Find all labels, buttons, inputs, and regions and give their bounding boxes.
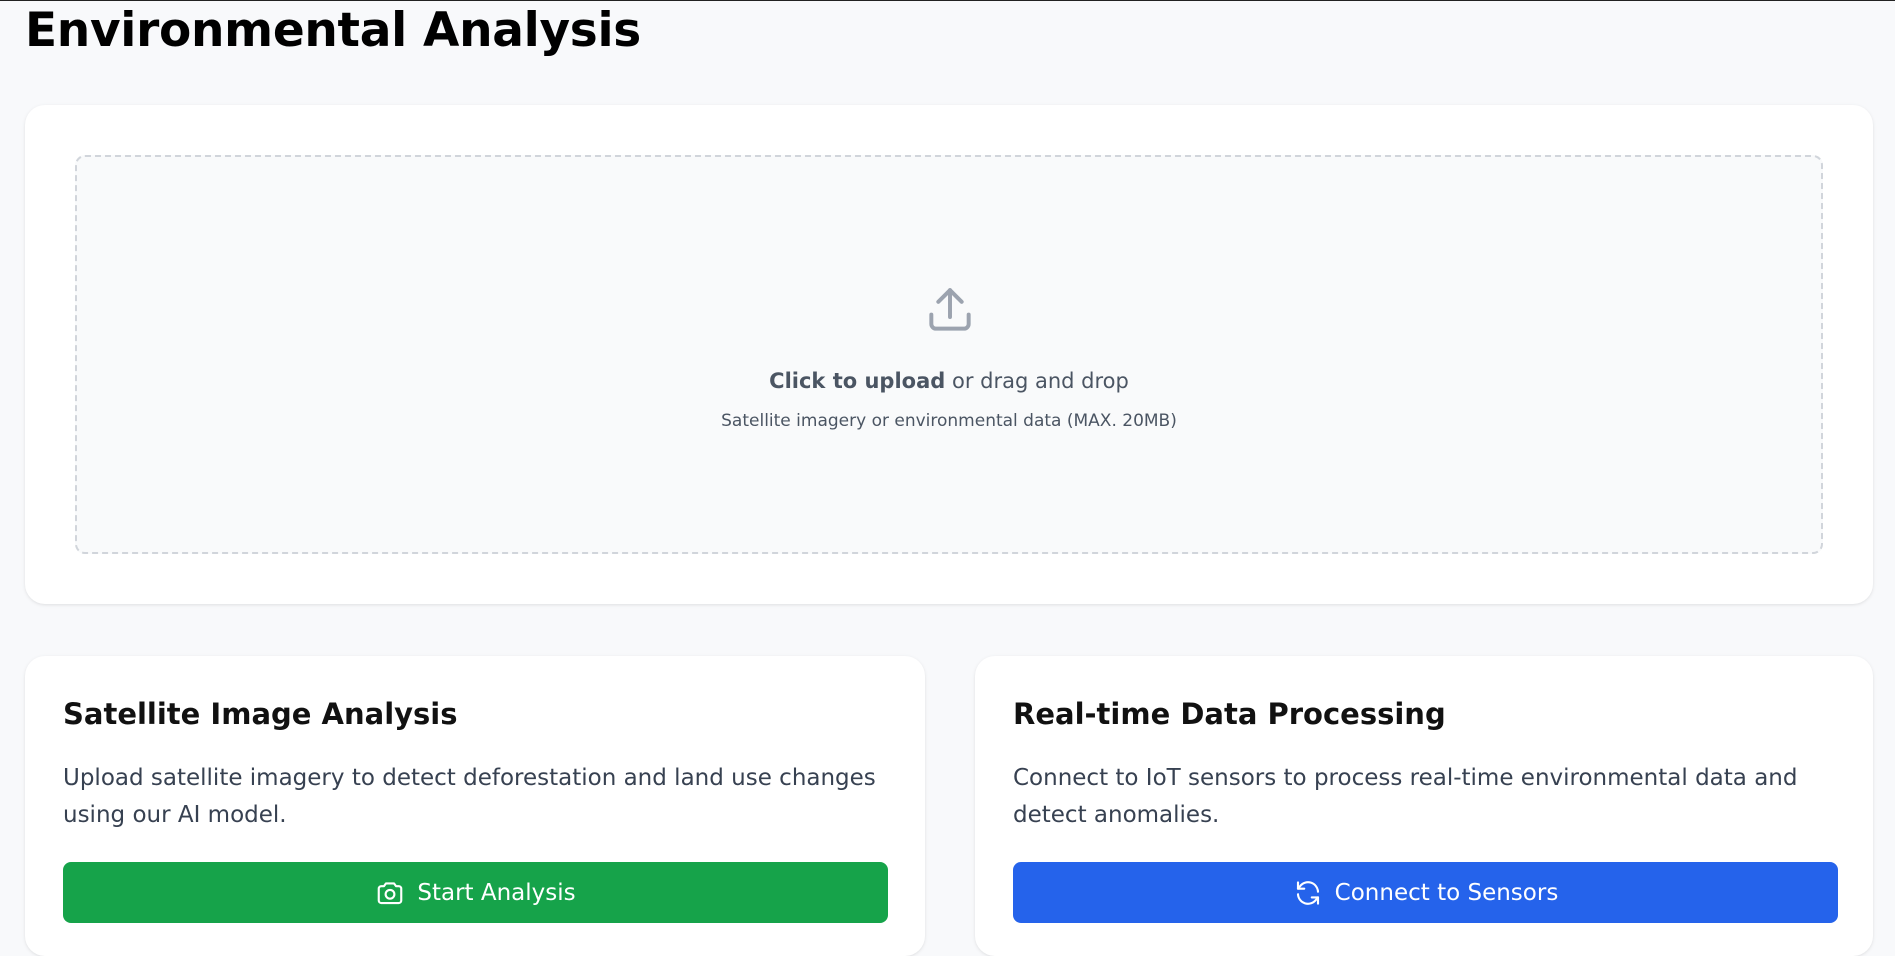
card-description: Connect to IoT sensors to process real-t… (1013, 765, 1798, 828)
upload-hint: Satellite imagery or environmental data … (721, 411, 1177, 431)
upload-instruction: Click to upload or drag and drop (77, 367, 1821, 395)
refresh-icon (1296, 880, 1319, 905)
upload-drag-text: or drag and drop (951, 369, 1129, 393)
upload-dropzone[interactable]: Click to upload or drag and drop Satelli… (75, 155, 1823, 554)
connect-sensors-button[interactable]: Connect to Sensors (1013, 862, 1838, 923)
upload-icon (929, 288, 971, 331)
connect-sensors-label: Connect to Sensors (1334, 879, 1559, 906)
card-title: Real-time Data Processing (1013, 697, 1446, 731)
camera-icon (378, 881, 403, 904)
satellite-analysis-card: Satellite Image Analysis Upload satellit… (25, 656, 925, 956)
card-title: Satellite Image Analysis (63, 697, 458, 731)
start-analysis-label: Start Analysis (417, 879, 576, 906)
upload-card: Click to upload or drag and drop Satelli… (25, 105, 1873, 604)
realtime-processing-card: Real-time Data Processing Connect to IoT… (975, 656, 1873, 956)
card-description: Upload satellite imagery to detect defor… (63, 765, 876, 828)
upload-link[interactable]: Click to upload (769, 369, 945, 393)
start-analysis-button[interactable]: Start Analysis (63, 862, 888, 923)
page-title: Environmental Analysis (25, 3, 641, 58)
